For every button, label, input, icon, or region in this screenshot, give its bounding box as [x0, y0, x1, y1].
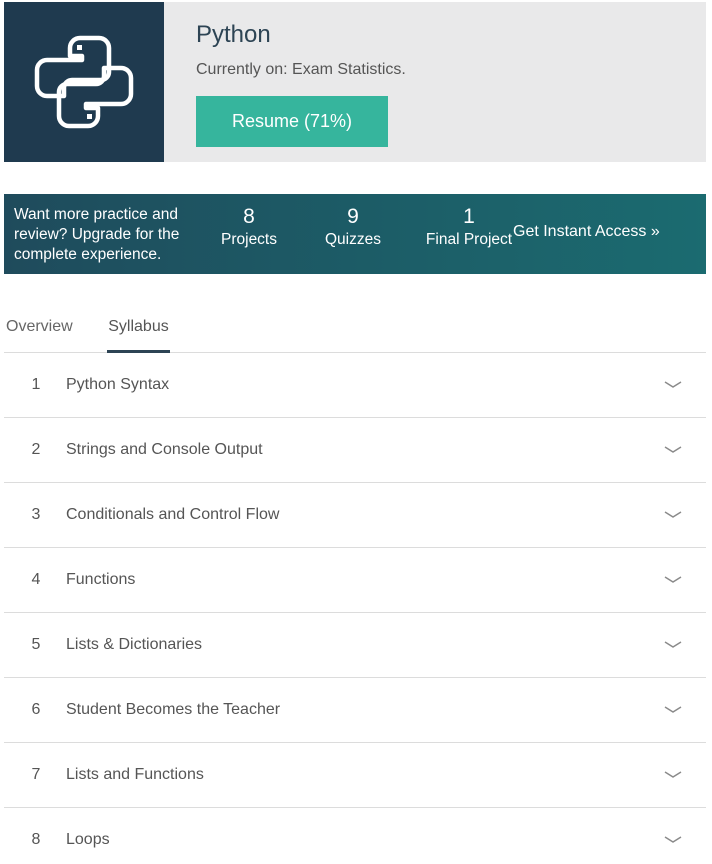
syllabus-item-title: Lists and Functions — [66, 766, 204, 783]
stat-final-project-label: Final Project — [425, 231, 513, 248]
syllabus-item-title: Python Syntax — [66, 376, 170, 393]
syllabus-item-title: Strings and Console Output — [66, 441, 263, 458]
syllabus-item-number: 4 — [31, 571, 41, 588]
upgrade-message: Want more practice and review? Upgrade f… — [14, 206, 180, 263]
chevron-down-icon[interactable] — [664, 381, 682, 389]
syllabus-item-loops[interactable]: 8 Loops — [4, 808, 706, 864]
stat-quizzes-label: Quizzes — [325, 231, 381, 248]
chevron-down-icon[interactable] — [664, 576, 682, 584]
course-logo — [4, 2, 164, 162]
resume-button[interactable]: Resume (71%) — [196, 96, 388, 147]
syllabus-item-conditionals-control-flow[interactable]: 3 Conditionals and Control Flow — [4, 483, 706, 548]
syllabus-item-title: Student Becomes the Teacher — [66, 701, 281, 718]
syllabus-item-number: 8 — [31, 831, 41, 848]
syllabus-item-title: Conditionals and Control Flow — [66, 506, 280, 523]
chevron-down-icon[interactable] — [664, 641, 682, 649]
syllabus-item-strings-console-output[interactable]: 2 Strings and Console Output — [4, 418, 706, 483]
syllabus-list: 1 Python Syntax 2 Strings and Console Ou… — [4, 353, 706, 864]
current-lesson: Currently on: Exam Statistics. — [196, 61, 406, 78]
course-title: Python — [196, 21, 271, 48]
course-header: Python Currently on: Exam Statistics. Re… — [4, 2, 706, 162]
course-tabs: Overview Syllabus — [4, 316, 706, 353]
stat-projects-label: Projects — [221, 231, 277, 248]
stat-quizzes-count: 9 — [347, 205, 359, 228]
python-logo-icon — [34, 35, 134, 129]
stat-final-project-count: 1 — [463, 205, 475, 228]
tab-overview[interactable]: Overview — [6, 318, 73, 353]
stat-quizzes: 9 Quizzes — [322, 205, 384, 251]
syllabus-item-functions[interactable]: 4 Functions — [4, 548, 706, 613]
chevron-down-icon[interactable] — [664, 771, 682, 779]
syllabus-item-number: 7 — [31, 766, 41, 783]
syllabus-item-student-becomes-teacher[interactable]: 6 Student Becomes the Teacher — [4, 678, 706, 743]
chevron-down-icon[interactable] — [664, 446, 682, 454]
chevron-down-icon[interactable] — [664, 511, 682, 519]
get-instant-access-link[interactable]: Get Instant Access » — [513, 223, 660, 241]
syllabus-item-lists-functions[interactable]: 7 Lists and Functions — [4, 743, 706, 808]
course-info: Python Currently on: Exam Statistics. Re… — [164, 2, 406, 162]
syllabus-item-lists-dictionaries[interactable]: 5 Lists & Dictionaries — [4, 613, 706, 678]
syllabus-item-number: 5 — [31, 636, 41, 653]
chevron-down-icon[interactable] — [664, 836, 682, 844]
syllabus-item-number: 6 — [31, 701, 41, 718]
syllabus-item-title: Lists & Dictionaries — [66, 636, 203, 653]
stat-final-project: 1 Final Project — [422, 205, 516, 251]
syllabus-item-title: Loops — [66, 831, 110, 848]
upgrade-banner: Want more practice and review? Upgrade f… — [4, 194, 706, 274]
syllabus-item-number: 2 — [31, 441, 41, 458]
syllabus-item-number: 3 — [31, 506, 41, 523]
stat-projects-count: 8 — [243, 205, 255, 228]
syllabus-item-title: Functions — [66, 571, 136, 588]
syllabus-item-python-syntax[interactable]: 1 Python Syntax — [4, 353, 706, 418]
stat-projects: 8 Projects — [217, 205, 281, 251]
tab-syllabus[interactable]: Syllabus — [107, 318, 170, 353]
chevron-down-icon[interactable] — [664, 706, 682, 714]
syllabus-item-number: 1 — [31, 376, 41, 393]
